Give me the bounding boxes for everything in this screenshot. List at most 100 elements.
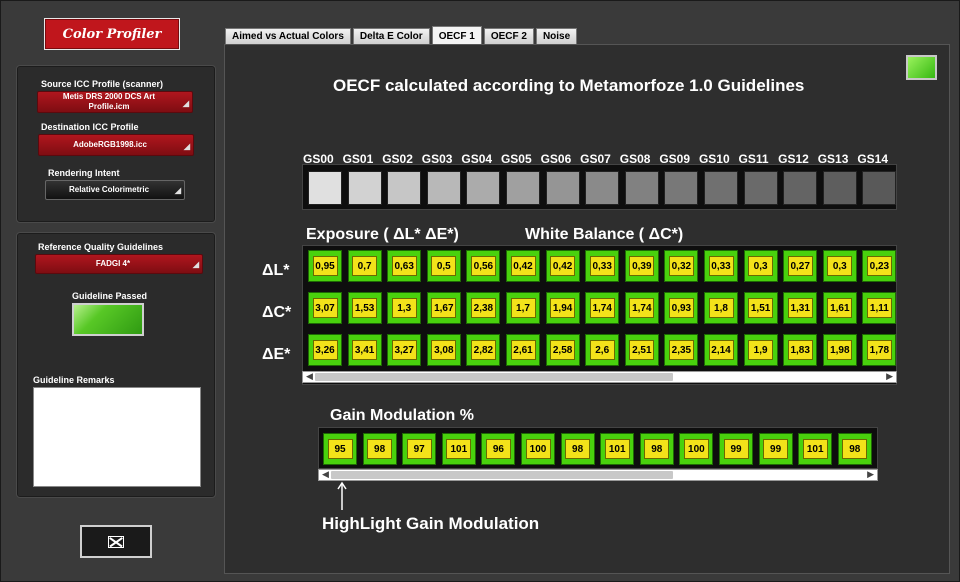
delta-value: 0,3: [748, 256, 774, 276]
delta-cell: 3,41: [347, 334, 382, 366]
delta-cell: 2,51: [624, 334, 659, 366]
delta-cell: 2,38: [466, 292, 501, 324]
delta-value: 0,3: [827, 256, 853, 276]
row-label-delta-c: ΔC*: [262, 304, 292, 321]
exposure-title: Exposure ( ΔL* ΔE*): [306, 226, 459, 243]
guidelines-dropdown[interactable]: FADGI 4* ◢: [35, 254, 203, 274]
gain-cell: 100: [679, 433, 714, 465]
delta-value: 1,78: [866, 340, 892, 360]
delta-cell: 0,39: [624, 250, 659, 282]
tab-oecf-2[interactable]: OECF 2: [483, 28, 534, 44]
gain-cell: 98: [837, 433, 872, 465]
dest-icc-dropdown[interactable]: AdobeRGB1998.icc ◢: [38, 134, 194, 156]
delta-value: 0,5: [431, 256, 457, 276]
delta-cell: 3,08: [426, 334, 461, 366]
dest-icc-value: AdobeRGB1998.icc: [73, 140, 147, 149]
gain-grid-scrollbar[interactable]: ◀ ▶: [318, 469, 878, 481]
delta-value: 0,33: [708, 256, 734, 276]
scroll-right-icon[interactable]: ▶: [867, 469, 874, 480]
delta-cell: 1,78: [862, 334, 897, 366]
highlight-gain-label: HighLight Gain Modulation: [322, 514, 540, 533]
guideline-remarks-label: Guideline Remarks: [33, 375, 115, 385]
delta-value: 0,33: [589, 256, 615, 276]
delta-cell: 0,27: [783, 250, 818, 282]
gray-patch-swatch: [347, 171, 382, 205]
delta-value: 2,38: [470, 298, 496, 318]
guideline-passed-indicator: [72, 303, 144, 336]
gray-patch-swatch: [783, 171, 818, 205]
delta-value: 0,42: [550, 256, 576, 276]
gain-value: 101: [604, 439, 630, 459]
close-button[interactable]: [80, 525, 152, 558]
delta-cell: 1,83: [783, 334, 818, 366]
delta-cell: 0,3: [743, 250, 778, 282]
delta-cell: 1,31: [783, 292, 818, 324]
delta-value: 0,7: [352, 256, 378, 276]
tab-bar: Aimed vs Actual Colors Delta E Color OECF …: [225, 26, 579, 45]
delta-cell: 0,23: [862, 250, 897, 282]
gray-patch-swatch: [862, 171, 897, 205]
delta-value: 3,27: [391, 340, 417, 360]
delta-value: 3,07: [312, 298, 338, 318]
delta-value: 1,67: [431, 298, 457, 318]
delta-value: 1,11: [866, 298, 892, 318]
delta-cell: 1,8: [704, 292, 738, 324]
tab-noise[interactable]: Noise: [535, 28, 578, 44]
gray-patch-swatch: [426, 171, 461, 205]
delta-value: 1,74: [629, 298, 655, 318]
scroll-left-icon[interactable]: ◀: [306, 371, 313, 382]
gray-patch-swatch: [466, 171, 501, 205]
delta-value: 0,23: [866, 256, 892, 276]
guideline-remarks-box[interactable]: [33, 387, 201, 487]
gray-patch-swatch: [545, 171, 580, 205]
delta-value: 0,27: [787, 256, 813, 276]
gain-value: 98: [644, 439, 670, 459]
source-icc-value: Metis DRS 2000 DCS Art Profile.icm: [62, 92, 156, 111]
tab-oecf-1[interactable]: OECF 1: [431, 26, 482, 45]
delta-value: 0,32: [668, 256, 694, 276]
delta-cell: 1,3: [387, 292, 422, 324]
delta-value: 2,35: [668, 340, 694, 360]
gain-cell: 95: [323, 433, 357, 465]
arrow-up-icon: [337, 481, 347, 510]
gain-value: 100: [525, 439, 551, 459]
delta-cell: 0,3: [822, 250, 857, 282]
gray-patch-swatch: [664, 171, 699, 205]
delta-cell: 0,5: [426, 250, 461, 282]
delta-cell: 1,7: [506, 292, 540, 324]
delta-cell: 2,82: [466, 334, 501, 366]
gain-cell: 98: [560, 433, 595, 465]
gain-value: 101: [446, 439, 472, 459]
app-logo: Color Profiler: [44, 18, 180, 50]
delta-value: 2,58: [550, 340, 576, 360]
delta-value: 0,42: [510, 256, 536, 276]
scroll-right-icon[interactable]: ▶: [886, 371, 893, 382]
rendering-intent-dropdown[interactable]: Relative Colorimetric ◢: [45, 180, 185, 200]
delta-value: 1,7: [510, 298, 536, 318]
gray-patch-swatch: [624, 171, 659, 205]
scrollbar-thumb[interactable]: [331, 471, 673, 479]
scrollbar-thumb[interactable]: [315, 373, 673, 381]
tab-delta-e-color[interactable]: Delta E Color: [352, 28, 430, 44]
tab-aimed-vs-actual-colors[interactable]: Aimed vs Actual Colors: [225, 28, 351, 44]
delta-value: 2,6: [589, 340, 615, 360]
gain-value: 98: [565, 439, 591, 459]
delta-cell: 0,95: [308, 250, 342, 282]
delta-cell: 0,42: [506, 250, 540, 282]
gray-patch-swatch: [704, 171, 738, 205]
gain-cell: 96: [481, 433, 516, 465]
source-icc-dropdown[interactable]: Metis DRS 2000 DCS Art Profile.icm ◢: [37, 91, 193, 113]
delta-grid-scrollbar[interactable]: ◀ ▶: [302, 371, 897, 383]
delta-value: 0,63: [391, 256, 417, 276]
delta-cell: 2,61: [506, 334, 540, 366]
delta-value: 3,08: [431, 340, 457, 360]
row-label-delta-e: ΔE*: [262, 346, 291, 363]
delta-value: 2,61: [510, 340, 536, 360]
gain-cell: 101: [441, 433, 476, 465]
delta-value: 2,14: [708, 340, 734, 360]
delta-value: 0,95: [312, 256, 338, 276]
delta-cell: 0,7: [347, 250, 382, 282]
close-icon: [108, 535, 124, 548]
scroll-left-icon[interactable]: ◀: [322, 469, 329, 480]
delta-cell: 1,98: [822, 334, 857, 366]
